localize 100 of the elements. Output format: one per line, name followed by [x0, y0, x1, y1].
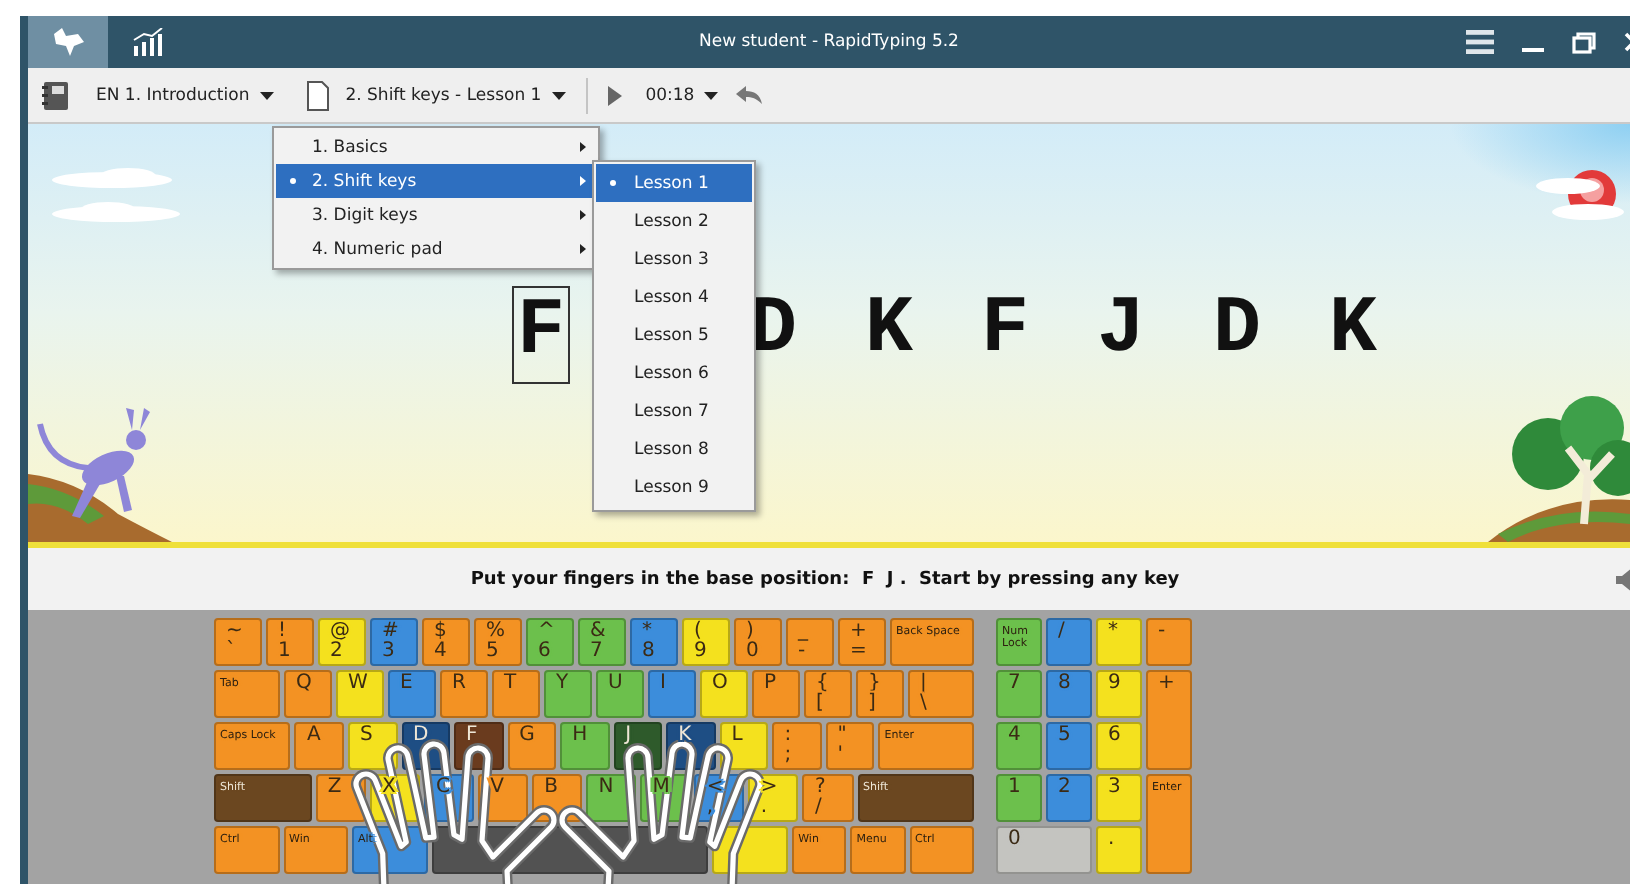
cloud-drawing: [52, 202, 180, 222]
key-label: .: [1108, 830, 1115, 850]
play-icon: [607, 85, 622, 105]
key-label: ;: [784, 746, 792, 766]
practice-letter: F: [512, 286, 570, 384]
menu-item[interactable]: Lesson 1: [596, 164, 752, 202]
logo-icon: [50, 26, 86, 58]
bar-chart-icon: [132, 28, 164, 56]
key-label: @: [330, 622, 350, 642]
key-label: >: [760, 778, 778, 798]
key-label: S: [359, 726, 373, 746]
menu-item[interactable]: 3. Digit keys: [276, 198, 596, 232]
key-label: *: [1108, 622, 1118, 642]
key-label: 6: [538, 642, 551, 662]
key-label: K: [678, 726, 692, 746]
menu-item[interactable]: Lesson 9: [596, 468, 752, 506]
submenu-arrow-icon: [580, 244, 586, 254]
key-label: #: [382, 622, 399, 642]
key-label: ': [837, 746, 843, 766]
key-label: ]: [868, 694, 876, 714]
submenu-arrow-icon: [580, 176, 586, 186]
practice-letter: F: [978, 286, 1031, 380]
key-label: U: [608, 674, 623, 694]
key-label: V: [490, 778, 504, 798]
key-label: +: [850, 622, 867, 642]
key-label: B: [544, 778, 559, 798]
document-icon: [305, 79, 330, 111]
key-label: R: [452, 674, 466, 694]
key-label: G: [519, 726, 535, 746]
key-label: Z: [327, 778, 342, 798]
key-label: 8: [642, 642, 655, 662]
menu-item[interactable]: Lesson 4: [596, 278, 752, 316]
key-label: +: [1158, 674, 1175, 694]
key-label: 8: [1058, 674, 1071, 694]
key-label: Y: [556, 674, 569, 694]
key-label: 3: [1108, 778, 1121, 798]
key-label: 7: [590, 642, 603, 662]
key-label: 7: [1008, 674, 1021, 694]
caret-icon: [259, 91, 274, 99]
key-label: -: [798, 642, 806, 662]
key-label: (: [694, 622, 702, 642]
key-label: 5: [1058, 726, 1071, 746]
menu-item[interactable]: Lesson 8: [596, 430, 752, 468]
key-label: ): [746, 622, 754, 642]
restore-icon[interactable]: [1572, 31, 1596, 53]
menu-item[interactable]: 2. Shift keys: [276, 164, 596, 198]
key-label: 2: [1058, 778, 1071, 798]
key-label: !: [278, 622, 287, 642]
key-label: 9: [694, 642, 707, 662]
menu-item[interactable]: 4. Numeric pad: [276, 232, 596, 266]
menu-item[interactable]: Lesson 2: [596, 202, 752, 240]
key-label: ^: [538, 622, 555, 642]
menu-item[interactable]: 1. Basics: [276, 130, 596, 164]
key-label: /: [814, 798, 822, 818]
key-label: 4: [434, 642, 447, 662]
animal-on-hill-drawing: [28, 408, 172, 542]
key-label: E: [400, 674, 413, 694]
key-label: [: [816, 694, 824, 714]
bullet-icon: [610, 180, 616, 186]
key-label: T: [504, 674, 517, 694]
key-label: A: [306, 726, 321, 746]
practice-letter: K: [862, 286, 915, 380]
key-label: ": [837, 726, 847, 746]
key-label: {: [816, 674, 829, 694]
tab[interactable]: [28, 16, 108, 68]
key-label: P: [764, 674, 777, 694]
key-label: $: [434, 622, 447, 642]
submenu-arrow-icon: [580, 210, 586, 220]
key-label: 3: [382, 642, 395, 662]
practice-letter: D: [1210, 286, 1263, 380]
key-label: \: [920, 694, 927, 714]
menu-item[interactable]: Lesson 7: [596, 392, 752, 430]
key-label: O: [712, 674, 728, 694]
caret-icon: [704, 91, 719, 99]
practice-letter: J: [1094, 286, 1147, 380]
key-label: 1: [278, 642, 291, 662]
key-label: }: [868, 674, 881, 694]
practice-letter: K: [1326, 286, 1379, 380]
course-dropdown[interactable]: EN 1. Introduction: [88, 81, 282, 109]
key-label: L: [731, 726, 743, 746]
menu-item[interactable]: Lesson 6: [596, 354, 752, 392]
key-label: 0: [1008, 830, 1021, 850]
timer-dropdown[interactable]: 00:18: [637, 81, 727, 109]
key-label: ,: [706, 798, 714, 818]
key-label: 2: [330, 642, 343, 662]
lesson-dropdown[interactable]: 2. Shift keys - Lesson 1: [337, 81, 574, 109]
notebook-icon: [40, 79, 72, 111]
key-label: &: [590, 622, 606, 642]
key-label: H: [572, 726, 588, 746]
key-label: .: [760, 798, 768, 818]
key-label: `: [226, 642, 236, 662]
key-label: F: [466, 726, 478, 746]
undo-icon: [734, 86, 763, 104]
instruction-text: Put your fingers in the base position: F J . Start by pressing any key: [470, 569, 1180, 589]
caret-icon: [551, 91, 566, 99]
menu-icon[interactable]: [1466, 30, 1494, 54]
menu-item[interactable]: Lesson 5: [596, 316, 752, 354]
key-label: 5: [486, 642, 499, 662]
menu-item[interactable]: Lesson 3: [596, 240, 752, 278]
key-label: %: [486, 622, 506, 642]
